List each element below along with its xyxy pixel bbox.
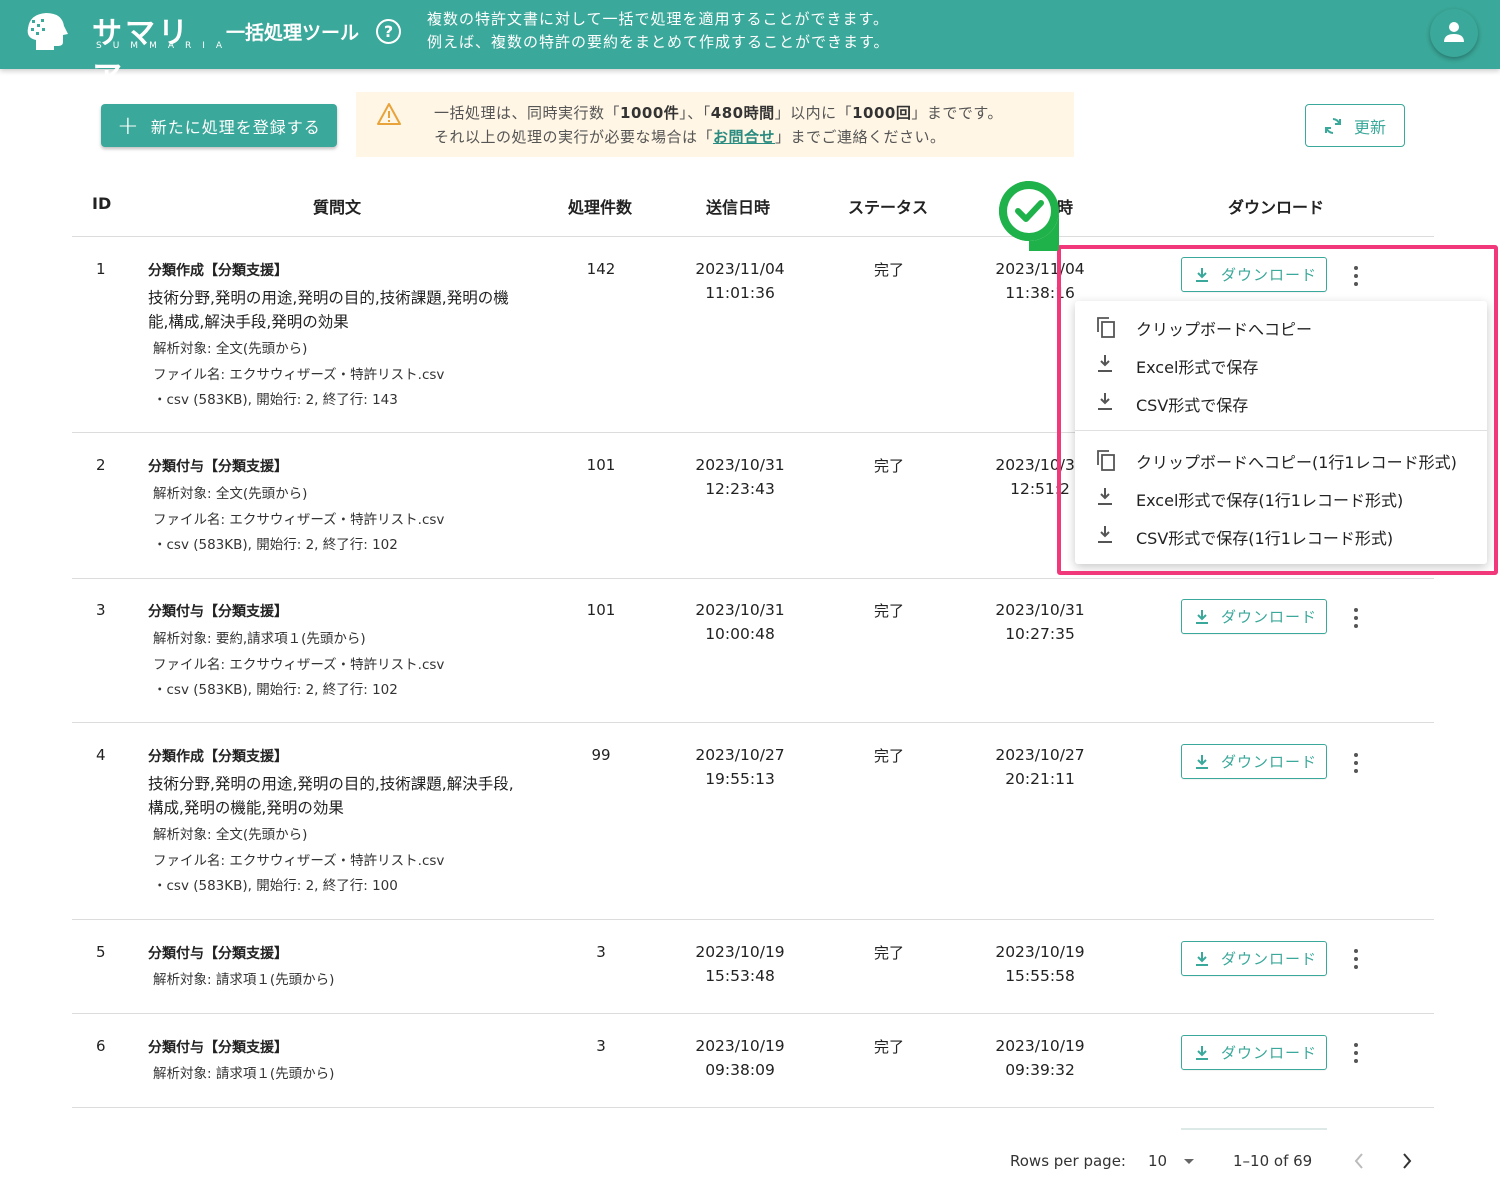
download-button[interactable]: ダウンロード bbox=[1181, 941, 1327, 976]
more-options-icon[interactable] bbox=[1348, 606, 1364, 630]
user-avatar-button[interactable] bbox=[1430, 9, 1478, 57]
status-text: 完了 bbox=[873, 1038, 904, 1056]
question-title: 分類付与【分類支援】 bbox=[148, 459, 288, 475]
status-text: 完了 bbox=[873, 457, 904, 475]
process-count: 99 bbox=[591, 746, 611, 764]
help-icon[interactable]: ? bbox=[376, 19, 401, 44]
more-options-icon[interactable] bbox=[1348, 751, 1364, 775]
partial-download-button bbox=[1181, 1128, 1327, 1130]
notice-line-2: それ以上の処理の実行が必要な場合は「お問合せ」までご連絡ください。 bbox=[434, 128, 946, 146]
person-icon bbox=[1444, 22, 1464, 42]
status-text: 完了 bbox=[873, 944, 904, 962]
pagination-range: 1–10 of 69 bbox=[1233, 1152, 1313, 1170]
table-divider bbox=[72, 236, 1434, 237]
sent-datetime: 2023/10/31 12:23:43 bbox=[695, 456, 785, 498]
download-button[interactable]: ダウンロード bbox=[1181, 744, 1327, 779]
rows-per-page-select[interactable]: 10 bbox=[1148, 1152, 1194, 1170]
chevron-left-icon[interactable] bbox=[1353, 1152, 1365, 1170]
done-datetime: 2023/10/19 15:55:58 bbox=[995, 943, 1085, 985]
more-options-icon[interactable] bbox=[1348, 1041, 1364, 1065]
sent-datetime: 2023/10/19 09:38:09 bbox=[695, 1037, 785, 1079]
table-divider bbox=[72, 919, 1434, 920]
row-id: 1 bbox=[96, 260, 106, 278]
status-text: 完了 bbox=[873, 261, 904, 279]
logo-head-icon bbox=[27, 13, 68, 50]
column-header-count[interactable]: 処理件数 bbox=[568, 194, 632, 218]
check-badge-icon bbox=[999, 181, 1059, 251]
question-title: 分類作成【分類支援】 bbox=[148, 263, 288, 279]
table-divider bbox=[72, 722, 1434, 723]
status-text: 完了 bbox=[873, 602, 904, 620]
process-count: 3 bbox=[596, 1037, 606, 1055]
question-title: 分類作成【分類支援】 bbox=[148, 749, 288, 765]
logo-text: サマリア bbox=[92, 16, 191, 95]
question-meta: 解析対象: 要約,請求項１(先頭から) ファイル名: エクサウィザーズ・特許リスト… bbox=[153, 631, 445, 698]
logo-subtext: SUMMARIA bbox=[96, 41, 234, 51]
process-count: 3 bbox=[596, 943, 606, 961]
column-header-sent[interactable]: 送信日時 bbox=[706, 194, 770, 218]
refresh-button[interactable]: 更新 bbox=[1305, 104, 1405, 147]
done-datetime: 2023/10/31 10:27:35 bbox=[995, 601, 1085, 643]
column-header-status[interactable]: ステータス bbox=[848, 194, 928, 218]
description-line: 複数の特許文書に対して一括で処理を適用することができます。 bbox=[427, 10, 890, 28]
download-icon bbox=[1196, 754, 1208, 769]
process-count: 101 bbox=[586, 456, 616, 474]
column-header-id[interactable]: ID bbox=[92, 194, 111, 213]
process-count: 101 bbox=[586, 601, 616, 619]
download-icon bbox=[1196, 951, 1208, 966]
question-body: 技術分野,発明の用途,発明の目的,技術課題,解決手段,構成,発明の機能,発明の効… bbox=[148, 775, 514, 817]
highlight-frame bbox=[1057, 245, 1498, 575]
refresh-label: 更新 bbox=[1354, 117, 1387, 137]
question-meta: 解析対象: 全文(先頭から) ファイル名: エクサウィザーズ・特許リスト.csv ・… bbox=[153, 486, 445, 553]
question-title: 分類付与【分類支援】 bbox=[148, 946, 288, 962]
done-datetime: 2023/10/27 20:21:11 bbox=[995, 746, 1085, 788]
refresh-icon bbox=[1325, 117, 1341, 134]
download-button[interactable]: ダウンロード bbox=[1181, 1035, 1327, 1070]
row-id: 3 bbox=[96, 601, 106, 619]
sent-datetime: 2023/10/27 19:55:13 bbox=[695, 746, 785, 788]
row-id: 2 bbox=[96, 456, 106, 474]
question-meta: 解析対象: 全文(先頭から) ファイル名: エクサウィザーズ・特許リスト.csv ・… bbox=[153, 341, 445, 408]
question-meta: 解析対象: 全文(先頭から) ファイル名: エクサウィザーズ・特許リスト.csv ・… bbox=[153, 827, 445, 894]
row-id: 6 bbox=[96, 1037, 106, 1055]
contact-link[interactable]: お問合せ bbox=[713, 128, 775, 146]
more-options-icon[interactable] bbox=[1348, 947, 1364, 971]
caret-down-icon bbox=[1183, 1159, 1194, 1164]
sent-datetime: 2023/10/19 15:53:48 bbox=[695, 943, 785, 985]
question-title: 分類付与【分類支援】 bbox=[148, 604, 288, 620]
process-count: 142 bbox=[586, 260, 616, 278]
description-line: 例えば、複数の特許の要約をまとめて作成することができます。 bbox=[427, 33, 890, 51]
question-body: 技術分野,発明の用途,発明の目的,技術課題,発明の機能,構成,解決手段,発明の効… bbox=[148, 289, 509, 331]
sent-datetime: 2023/11/04 11:01:36 bbox=[695, 260, 785, 302]
done-datetime: 2023/10/19 09:39:32 bbox=[995, 1037, 1085, 1079]
table-divider bbox=[72, 578, 1434, 579]
question-meta: 解析対象: 請求項１(先頭から) bbox=[153, 972, 335, 988]
warning-icon bbox=[377, 103, 401, 125]
download-icon bbox=[1196, 609, 1208, 624]
notice-line-1: 一括処理は、同時実行数「1000件」、「480時間」以内に「1000回」までです… bbox=[434, 104, 1003, 122]
column-header-question[interactable]: 質問文 bbox=[313, 194, 361, 218]
table-divider bbox=[72, 1107, 1434, 1108]
status-text: 完了 bbox=[873, 747, 904, 765]
sent-datetime: 2023/10/31 10:00:48 bbox=[695, 601, 785, 643]
question-meta: 解析対象: 請求項１(先頭から) bbox=[153, 1066, 335, 1082]
column-header-download: ダウンロード bbox=[1228, 198, 1325, 217]
new-process-button[interactable]: + 新たに処理を登録する bbox=[101, 104, 337, 147]
download-icon bbox=[1196, 1045, 1208, 1060]
download-button[interactable]: ダウンロード bbox=[1181, 599, 1327, 634]
summaria-logo[interactable]: サマリア SUMMARIA bbox=[22, 8, 222, 95]
header-description: 複数の特許文書に対して一括で処理を適用することができます。 例えば、複数の特許の… bbox=[427, 8, 890, 54]
app-header: サマリア SUMMARIA 一括処理ツール ? 複数の特許文書に対して一括で処理… bbox=[0, 0, 1500, 95]
question-title: 分類付与【分類支援】 bbox=[148, 1040, 288, 1056]
row-id: 5 bbox=[96, 943, 106, 961]
table-divider bbox=[72, 1013, 1434, 1014]
plus-icon: + bbox=[117, 110, 140, 141]
limit-notice: 一括処理は、同時実行数「1000件」、「480時間」以内に「1000回」までです… bbox=[356, 92, 1074, 157]
new-process-label: 新たに処理を登録する bbox=[150, 117, 321, 137]
row-id: 4 bbox=[96, 746, 106, 764]
tool-title: 一括処理ツール bbox=[226, 22, 360, 44]
chevron-right-icon[interactable] bbox=[1401, 1152, 1413, 1170]
rows-per-page-label: Rows per page: bbox=[1010, 1152, 1126, 1170]
